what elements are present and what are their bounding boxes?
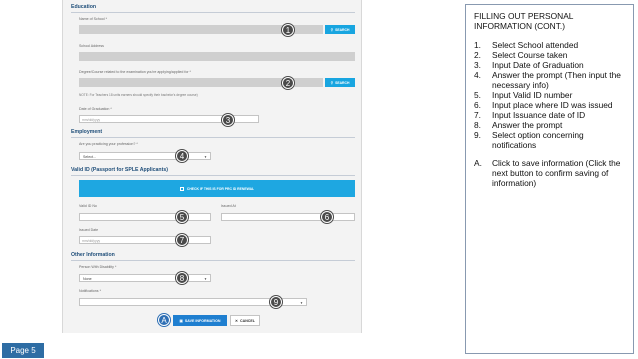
school-address-input[interactable] (79, 52, 355, 61)
issued-at-label: Issued At (221, 204, 236, 208)
close-icon: ✕ (235, 318, 239, 323)
list-item: 3. Input Date of Graduation (474, 60, 584, 70)
valid-id-no-input[interactable] (79, 213, 211, 221)
school-label: Name of School * (79, 17, 107, 21)
divider (71, 12, 355, 13)
page-label: Page 5 (2, 343, 44, 358)
chevron-down-icon: ▼ (300, 301, 303, 305)
degree-search-button[interactable]: ⚲ SEARCH (325, 78, 355, 87)
notifications-label: Notifications * (79, 289, 101, 293)
disability-label: Person With Disability * (79, 265, 117, 269)
list-item: A. Click to save information (Click the n… (474, 158, 621, 188)
renewal-bar: CHECK IF THIS IS FOR PRC ID RENEWAL (79, 180, 355, 197)
instructions-box: FILLING OUT PERSONAL INFORMATION (CONT.)… (465, 4, 634, 354)
save-button[interactable]: ▣ SAVE INFORMATION (173, 315, 227, 326)
renewal-label: CHECK IF THIS IS FOR PRC ID RENEWAL (186, 186, 255, 191)
issued-at-input[interactable] (221, 213, 355, 221)
divider (71, 260, 355, 261)
save-icon: ▣ (179, 318, 183, 323)
list-item: 7. Input Issuance date of ID (474, 110, 586, 120)
divider (71, 175, 355, 176)
marker-4: 4 (176, 150, 188, 162)
other-info-title: Other Information (71, 252, 115, 258)
valid-id-title: Valid ID (Passport for SPLE Applicants) (71, 167, 168, 173)
list-item: 8. Answer the prompt (474, 120, 563, 130)
cancel-button[interactable]: ✕ CANCEL (230, 315, 260, 326)
list-item: 4. Answer the prompt (Then input the nece… (474, 70, 621, 90)
school-search-button[interactable]: ⚲ SEARCH (325, 25, 355, 34)
school-address-label: School Address (79, 44, 104, 48)
list-item: 9. Select option concerning notifications (474, 130, 584, 150)
employment-title: Employment (71, 129, 103, 135)
instructions-list: 1. Select School attended 2. Select Course… (474, 40, 625, 150)
degree-label: Degree/Course related to the examination… (79, 70, 191, 74)
instructions-title: FILLING OUT PERSONAL INFORMATION (CONT.) (474, 11, 574, 31)
education-title: Education (71, 4, 97, 10)
chevron-down-icon: ▼ (204, 155, 207, 159)
profession-select[interactable]: Select... ▼ (79, 152, 211, 160)
degree-note: NOTE: For Teachers 18 units earners shou… (79, 93, 198, 97)
marker-9: 9 (270, 296, 282, 308)
marker-5: 5 (176, 211, 188, 223)
disability-select[interactable]: None ▼ (79, 274, 211, 282)
renewal-checkbox[interactable] (179, 186, 184, 191)
list-item: 2. Select Course taken (474, 50, 568, 60)
list-item: 1. Select School attended (474, 40, 579, 50)
search-icon: ⚲ (330, 27, 334, 32)
marker-3: 3 (222, 114, 234, 126)
marker-a: A (158, 314, 170, 326)
valid-id-no-label: Valid ID No (79, 204, 97, 208)
issued-date-label: Issued Date (79, 228, 99, 232)
marker-1: 1 (282, 24, 294, 36)
marker-8: 8 (176, 272, 188, 284)
marker-2: 2 (282, 77, 294, 89)
grad-date-label: Date of Graduation * (79, 107, 112, 111)
list-item: 5. Input Valid ID number (474, 90, 573, 100)
issued-date-input[interactable]: mm/dd/yyyy (79, 236, 211, 244)
form-panel: Education Name of School * ⚲ SEARCH Scho… (62, 0, 362, 333)
marker-7: 7 (176, 234, 188, 246)
list-item: 6. Input place where ID was issued (474, 100, 613, 110)
chevron-down-icon: ▼ (204, 277, 207, 281)
instructions-a-list: A. Click to save information (Click the n… (474, 158, 625, 188)
marker-6: 6 (321, 211, 333, 223)
divider (71, 137, 355, 138)
search-icon: ⚲ (330, 80, 334, 85)
profession-label: Are you practicing your profession? * (79, 142, 138, 146)
